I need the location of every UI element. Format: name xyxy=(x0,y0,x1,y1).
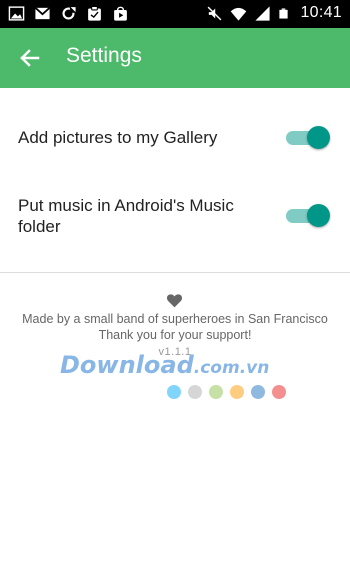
color-dots xyxy=(167,385,286,399)
app-bar: Settings xyxy=(0,28,350,88)
sync-icon xyxy=(62,6,77,20)
thanks-text: Thank you for your support! xyxy=(98,328,252,342)
color-dot xyxy=(230,385,244,399)
watermark-domain: .com.vn xyxy=(193,358,270,378)
credits-text: Made by a small band of superheroes in S… xyxy=(22,312,328,326)
clipboard-icon xyxy=(88,5,101,21)
notification-icons xyxy=(8,5,129,22)
setting-label-gallery: Add pictures to my Gallery xyxy=(18,128,218,147)
clock: 10:41 xyxy=(300,4,342,21)
watermark-logo: Download.com.vn xyxy=(60,350,300,380)
page-title: Settings xyxy=(66,44,142,67)
color-dot xyxy=(167,385,181,399)
gallery-toggle[interactable] xyxy=(284,126,330,150)
arrow-left-icon[interactable] xyxy=(18,46,42,70)
color-dot xyxy=(272,385,286,399)
signal-icon xyxy=(255,5,271,21)
setting-row-music[interactable]: Put music in Android's Music folder xyxy=(0,195,350,239)
store-icon xyxy=(114,6,127,21)
image-icon xyxy=(8,6,25,21)
system-icons: 10:41 xyxy=(206,4,342,22)
setting-row-gallery[interactable]: Add pictures to my Gallery xyxy=(0,118,350,158)
watermark-brand: Download xyxy=(60,351,194,379)
color-dot xyxy=(209,385,223,399)
toggle-thumb xyxy=(307,204,330,227)
setting-label-music: Put music in Android's Music folder xyxy=(18,196,234,236)
battery-icon xyxy=(279,7,289,19)
divider xyxy=(0,272,350,273)
mute-icon xyxy=(208,6,222,20)
status-bar: 10:41 xyxy=(0,0,350,28)
heart-icon xyxy=(166,294,183,308)
toggle-thumb xyxy=(307,126,330,149)
color-dot xyxy=(251,385,265,399)
gmail-icon xyxy=(34,7,51,20)
music-toggle[interactable] xyxy=(284,204,330,228)
color-dot xyxy=(188,385,202,399)
wifi-icon xyxy=(231,7,247,21)
